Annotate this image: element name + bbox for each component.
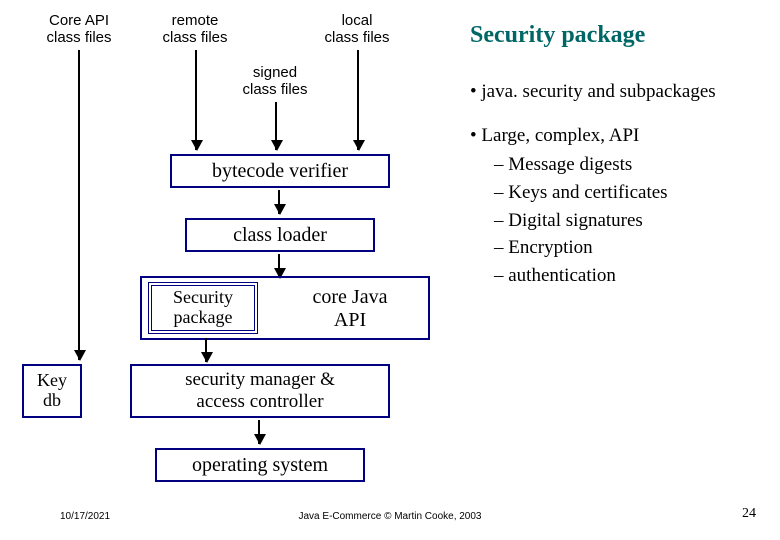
sub-bullet-1: Message digests bbox=[494, 152, 760, 178]
sub-bullet-5: authentication bbox=[494, 263, 760, 289]
box-class-loader: class loader bbox=[185, 218, 375, 252]
box-bytecode-verifier: bytecode verifier bbox=[170, 154, 390, 188]
arrow-local-to-verifier bbox=[357, 50, 359, 150]
sub-bullet-2: Keys and certificates bbox=[494, 180, 760, 206]
arrow-signed-to-verifier bbox=[275, 102, 277, 150]
footer-page: 24 bbox=[742, 506, 756, 522]
bullet-2: Large, complex, API Message digests Keys… bbox=[470, 123, 760, 289]
box-key-db: Keydb bbox=[22, 364, 82, 418]
arrow-verifier-to-loader bbox=[278, 190, 280, 214]
arrow-remote-to-verifier bbox=[195, 50, 197, 150]
slide: Security package java. security and subp… bbox=[0, 0, 780, 540]
arrow-loader-to-secpkg bbox=[278, 254, 280, 278]
box-security-manager: security manager &access controller bbox=[130, 364, 390, 418]
box-operating-system: operating system bbox=[155, 448, 365, 482]
footer-center: Java E-Commerce © Martin Cooke, 2003 bbox=[0, 511, 780, 522]
bullet-1: java. security and subpackages bbox=[470, 79, 760, 105]
bullet-list: java. security and subpackages Large, co… bbox=[470, 79, 760, 288]
arrow-secmgr-to-os bbox=[258, 420, 260, 444]
box-runtime-group bbox=[140, 276, 430, 340]
arrow-secpkg-to-secmgr bbox=[205, 338, 207, 362]
sub-bullet-3: Digital signatures bbox=[494, 208, 760, 234]
slide-title: Security package bbox=[470, 22, 760, 49]
label-signed: signedclass files bbox=[225, 64, 325, 99]
label-local: localclass files bbox=[312, 12, 402, 47]
sub-bullet-4: Encryption bbox=[494, 235, 760, 261]
arrow-core-to-secmgr bbox=[78, 50, 80, 360]
right-panel: Security package java. security and subp… bbox=[470, 22, 760, 306]
label-core-api: Core APIclass files bbox=[34, 12, 124, 47]
label-remote: remoteclass files bbox=[150, 12, 240, 47]
